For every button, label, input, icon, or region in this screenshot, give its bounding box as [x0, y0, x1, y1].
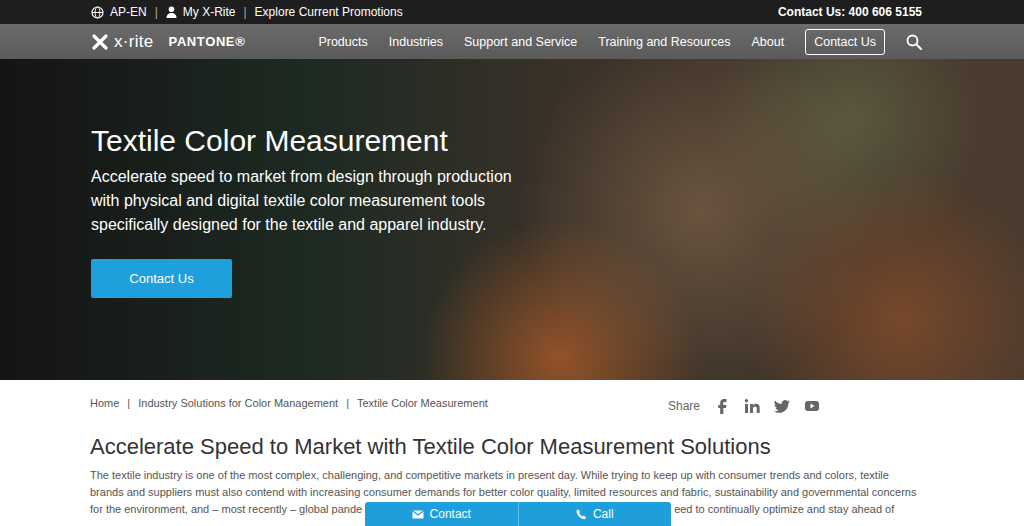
paragraph-fragment: eed to continually optimize and stay ahe… — [674, 501, 894, 518]
breadcrumb-row: Home | Industry Solutions for Color Manage… — [0, 380, 1024, 416]
nav-contact-button[interactable]: Contact Us — [805, 29, 885, 55]
nav-item[interactable]: Products — [318, 35, 367, 49]
main-nav: x·rite PANTONE® Products Industries Support … — [0, 24, 1024, 59]
float-call-label: Call — [593, 507, 614, 521]
account-label: My X-Rite — [183, 5, 236, 19]
breadcrumb-separator: | — [127, 397, 130, 409]
floating-contact-bar: Contact Call — [365, 502, 671, 526]
promotions-link[interactable]: Explore Current Promotions — [255, 5, 403, 19]
share-bar: Share — [668, 392, 820, 414]
logo[interactable]: x·rite PANTONE® — [91, 32, 245, 52]
nav-item[interactable]: About — [751, 35, 784, 49]
nav-item[interactable]: Support and Service — [464, 35, 577, 49]
separator: | — [155, 5, 158, 19]
hero-title: Textile Color Measurement — [91, 123, 1024, 159]
separator: | — [243, 5, 246, 19]
utility-links: AP-EN | My X-Rite | Explore Current Promotio… — [91, 5, 403, 19]
search-icon[interactable] — [906, 34, 922, 50]
globe-icon — [91, 6, 104, 19]
breadcrumb: Home | Industry Solutions for Color Manage… — [90, 397, 488, 409]
hero-text: Accelerate speed to market from design t… — [91, 165, 1024, 237]
utility-bar: AP-EN | My X-Rite | Explore Current Promotio… — [0, 0, 1024, 24]
nav-item[interactable]: Training and Resources — [598, 35, 730, 49]
envelope-icon — [412, 510, 424, 519]
hero-banner: Textile Color Measurement Accelerate spee… — [0, 59, 1024, 380]
hero-text-line: with physical and digital textile color … — [91, 189, 1024, 213]
phone-icon — [576, 509, 587, 520]
breadcrumb-item[interactable]: Textile Color Measurement — [357, 397, 488, 409]
float-contact-label: Contact — [430, 507, 471, 521]
account-link[interactable]: My X-Rite — [166, 5, 236, 19]
xrite-logo-icon — [91, 33, 109, 51]
hero-text-line: Accelerate speed to market from design t… — [91, 165, 1024, 189]
contact-phone[interactable]: Contact Us: 400 606 5155 — [778, 5, 922, 19]
breadcrumb-item[interactable]: Industry Solutions for Color Management — [138, 397, 338, 409]
logo-brand: x·rite — [114, 32, 154, 52]
logo-partner: PANTONE® — [169, 34, 246, 49]
region-label: AP-EN — [110, 5, 147, 19]
twitter-icon[interactable] — [774, 398, 790, 414]
user-icon — [166, 6, 177, 18]
facebook-icon[interactable] — [714, 398, 730, 414]
nav-item[interactable]: Industries — [389, 35, 443, 49]
hero-text-line: specifically designed for the textile an… — [91, 213, 1024, 237]
linkedin-icon[interactable] — [744, 398, 760, 414]
breadcrumb-separator: | — [346, 397, 349, 409]
float-contact-button[interactable]: Contact — [365, 502, 518, 526]
share-label: Share — [668, 399, 700, 413]
article-heading: Accelerate Speed to Market with Textile … — [90, 434, 1024, 460]
youtube-icon[interactable] — [804, 398, 820, 414]
paragraph-fragment: for the environment, and – most recently… — [90, 501, 362, 518]
region-selector[interactable]: AP-EN — [91, 5, 147, 19]
paragraph-line: brands and suppliers must also contend w… — [90, 484, 1024, 501]
float-call-button[interactable]: Call — [518, 502, 672, 526]
nav-menu: Products Industries Support and Service Tra… — [318, 29, 922, 55]
hero-contact-button[interactable]: Contact Us — [91, 259, 232, 298]
breadcrumb-item[interactable]: Home — [90, 397, 119, 409]
paragraph-line: The textile industry is one of the most … — [90, 467, 1024, 484]
